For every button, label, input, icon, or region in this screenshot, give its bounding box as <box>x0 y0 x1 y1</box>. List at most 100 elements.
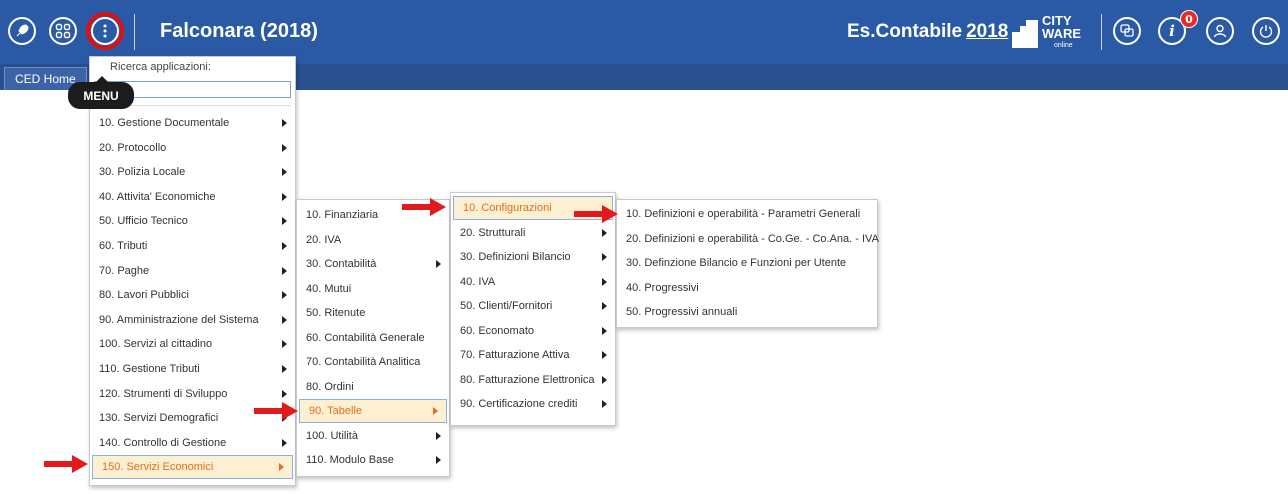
economici-menu-item[interactable]: 70. Contabilità Analitica <box>297 350 449 374</box>
chevron-right-icon <box>433 407 438 415</box>
chevron-right-icon <box>436 431 441 440</box>
main-menu-item[interactable]: 150. Servizi Economici <box>92 455 293 480</box>
chevron-right-icon <box>602 277 607 286</box>
main-menu-item-label: 140. Controllo di Gestione <box>99 436 227 449</box>
submenu-servizi-economici: 10. Finanziaria 20. IVA 30. Contabilità 40.… <box>296 199 450 477</box>
window-switch-icon[interactable] <box>1113 17 1141 45</box>
main-menu-item-label: 130. Servizi Demografici <box>99 412 219 425</box>
power-icon[interactable] <box>1252 17 1280 45</box>
tabelle-menu-item[interactable]: 30. Definizioni Bilancio <box>451 245 615 269</box>
main-menu-item[interactable]: 90. Amministrazione del Sistema <box>90 308 295 332</box>
economici-menu-item-label: 50. Ritenute <box>306 307 366 319</box>
tabelle-menu-item[interactable]: 60. Economato <box>451 319 615 343</box>
chevron-right-icon <box>282 365 287 373</box>
tabelle-menu-item[interactable]: 80. Fatturazione Elettronica <box>451 368 615 392</box>
chevron-right-icon <box>602 351 607 359</box>
main-menu-item-label: 40. Attivita' Economiche <box>99 190 216 203</box>
notification-badge: 0 <box>1180 10 1198 28</box>
main-menu-item[interactable]: 40. Attivita' Economiche <box>90 185 295 209</box>
chevron-right-icon <box>279 463 284 472</box>
tabelle-menu-item[interactable]: 90. Certificazione crediti <box>451 392 615 416</box>
chevron-right-icon <box>282 242 287 250</box>
economici-menu-item[interactable]: 30. Contabilità <box>297 252 449 276</box>
main-menu-item[interactable]: 110. Gestione Tributi <box>90 357 295 381</box>
economici-menu-item[interactable]: 60. Contabilità Generale <box>297 326 449 350</box>
chevron-right-icon <box>282 315 287 324</box>
submenu-tabelle: 10. Configurazioni 20. Strutturali 30. Def… <box>450 192 616 426</box>
tabelle-menu-item[interactable]: 40. IVA <box>451 270 615 294</box>
tabelle-menu-item-label: 10. Configurazioni <box>463 202 552 214</box>
chevron-right-icon <box>602 228 607 237</box>
tabelle-menu-item[interactable]: 20. Strutturali <box>451 221 615 245</box>
chevron-right-icon <box>436 260 441 268</box>
logo-subtext: online <box>1054 42 1073 49</box>
topbar-divider-right <box>1101 14 1102 50</box>
main-menu-item-label: 110. Gestione Tributi <box>99 363 200 375</box>
configurazioni-menu-item-label: 40. Progressivi <box>626 281 699 294</box>
main-menu-item[interactable]: 20. Protocollo <box>90 136 295 160</box>
cityware-logo: CITY WARE online <box>1010 12 1090 54</box>
economici-menu-item[interactable]: 100. Utilità <box>297 424 449 448</box>
configurazioni-menu-item[interactable]: 30. Definzione Bilancio e Funzioni per U… <box>617 251 877 275</box>
tabelle-menu-item[interactable]: 70. Fatturazione Attiva <box>451 343 615 367</box>
configurazioni-menu-item-label: 30. Definzione Bilancio e Funzioni per U… <box>626 257 847 269</box>
chevron-right-icon <box>282 266 287 275</box>
main-menu-item[interactable]: 60. Tributi <box>90 234 295 258</box>
main-menu-item[interactable]: 10. Gestione Documentale <box>90 111 295 135</box>
main-menu-item[interactable]: 140. Controllo di Gestione <box>90 431 295 455</box>
topbar-divider <box>134 14 135 50</box>
configurazioni-menu-item[interactable]: 20. Definizioni e operabilità - Co.Ge. -… <box>617 227 879 251</box>
chevron-right-icon <box>282 217 287 226</box>
annotation-arrow <box>254 402 298 420</box>
main-menu-item[interactable]: 50. Ufficio Tecnico <box>90 209 295 233</box>
economici-menu-item-label: 110. Modulo Base <box>306 454 394 466</box>
main-menu-item-label: 50. Ufficio Tecnico <box>99 215 188 228</box>
economici-menu-item-label: 10. Finanziaria <box>306 209 379 221</box>
main-menu-item[interactable]: 100. Servizi al cittadino <box>90 332 295 356</box>
economici-menu-item-label: 80. Ordini <box>306 380 354 393</box>
chevron-right-icon <box>436 456 441 464</box>
economici-menu-item-label: 60. Contabilità Generale <box>306 331 425 344</box>
economici-menu-item-label: 100. Utilità <box>306 429 358 442</box>
apps-grid-icon[interactable] <box>49 17 77 45</box>
tabelle-menu-item-label: 60. Economato <box>460 324 534 337</box>
configurazioni-menu-item[interactable]: 10. Definizioni e operabilità - Parametr… <box>617 202 877 226</box>
tabelle-menu-item[interactable]: 50. Clienti/Fornitori <box>451 294 615 318</box>
economici-menu-item[interactable]: 80. Ordini <box>297 375 449 399</box>
economici-menu-item[interactable]: 110. Modulo Base <box>297 448 449 472</box>
main-menu-item[interactable]: 80. Lavori Pubblici <box>90 283 295 307</box>
configurazioni-menu-item-label: 10. Definizioni e operabilità - Parametr… <box>626 208 861 220</box>
main-menu-item-label: 20. Protocollo <box>99 141 167 154</box>
fiscal-year-label: Es.Contabile <box>847 21 963 42</box>
user-icon[interactable] <box>1206 17 1234 45</box>
menu-tooltip: MENU <box>68 76 134 109</box>
chevron-right-icon <box>602 253 607 261</box>
tabelle-menu-item-label: 70. Fatturazione Attiva <box>460 349 570 361</box>
main-menu-item-label: 70. Paghe <box>99 264 150 277</box>
chevron-right-icon <box>282 168 287 177</box>
annotation-arrow <box>402 198 446 216</box>
configurazioni-menu-item[interactable]: 40. Progressivi <box>617 276 877 300</box>
main-menu-item-label: 80. Lavori Pubblici <box>99 289 189 302</box>
configurazioni-menu-item-label: 50. Progressivi annuali <box>626 306 738 318</box>
fiscal-year[interactable]: Es.Contabile 2018 <box>847 21 1008 43</box>
chevron-right-icon <box>602 326 607 335</box>
fiscal-year-value[interactable]: 2018 <box>966 21 1008 42</box>
main-menu-item[interactable]: 30. Polizia Locale <box>90 160 295 184</box>
main-menu-item[interactable]: 70. Paghe <box>90 259 295 283</box>
tabelle-menu-item-label: 80. Fatturazione Elettronica <box>460 373 595 386</box>
economici-menu-item[interactable]: 90. Tabelle <box>299 399 447 423</box>
rocket-icon[interactable] <box>8 17 36 45</box>
tabelle-menu-item-label: 30. Definizioni Bilancio <box>460 251 571 263</box>
economici-menu-item[interactable]: 40. Mutui <box>297 277 449 301</box>
main-menu-item-label: 10. Gestione Documentale <box>99 117 230 129</box>
economici-menu-item-label: 30. Contabilità <box>306 258 377 270</box>
economici-menu-item-label: 90. Tabelle <box>309 405 363 417</box>
economici-menu-item[interactable]: 50. Ritenute <box>297 301 449 325</box>
configurazioni-menu-item[interactable]: 50. Progressivi annuali <box>617 300 877 324</box>
search-label: Ricerca applicazioni: <box>110 61 211 73</box>
annotation-arrow <box>574 205 618 223</box>
economici-menu-item-label: 20. IVA <box>306 233 342 246</box>
tabelle-menu-item-label: 40. IVA <box>460 275 496 288</box>
economici-menu-item[interactable]: 20. IVA <box>297 228 449 252</box>
